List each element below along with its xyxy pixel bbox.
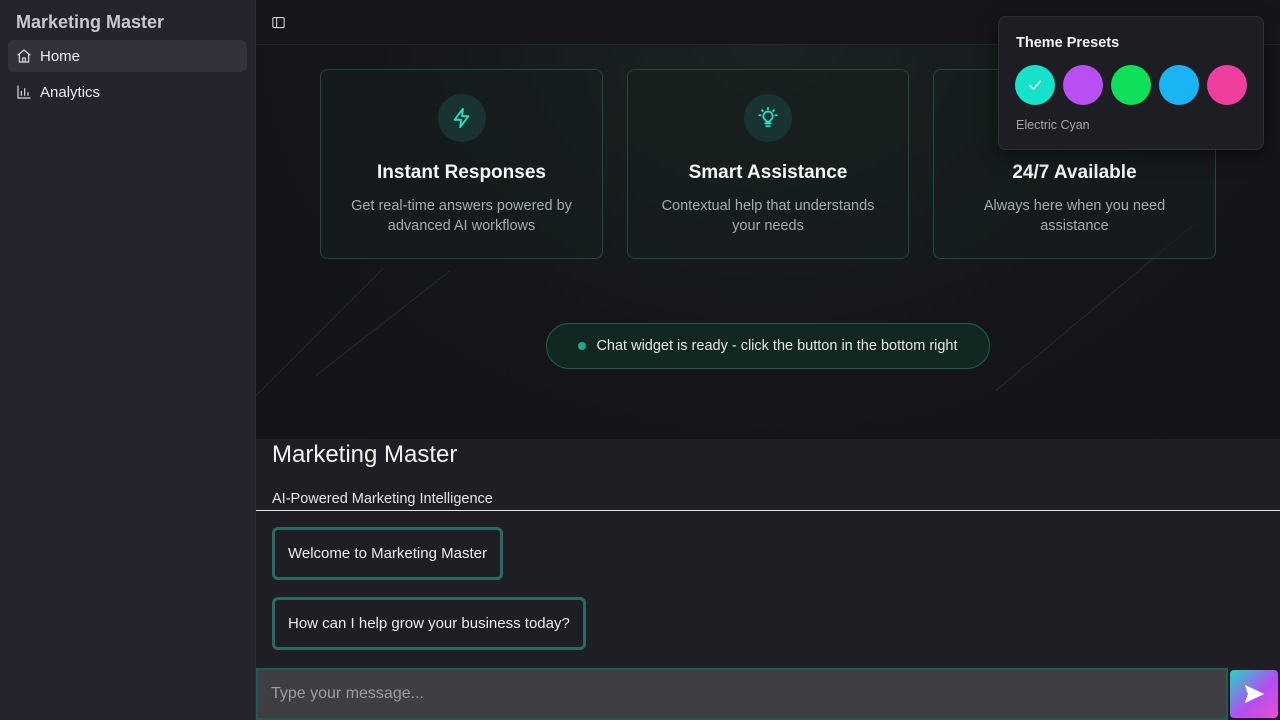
chat-message: Welcome to Marketing Master <box>272 527 503 580</box>
sidebar: Marketing Master Home Analytics <box>0 0 256 720</box>
chat-widget: Marketing Master AI-Powered Marketing In… <box>256 439 1280 720</box>
lightning-icon <box>453 107 469 129</box>
bar-chart-icon <box>17 85 31 99</box>
feature-description: Always here when you need assistance <box>983 198 1166 234</box>
theme-swatch-purple[interactable] <box>1063 65 1103 105</box>
theme-swatch-blue[interactable] <box>1159 65 1199 105</box>
sidebar-item-analytics[interactable]: Analytics <box>8 76 247 108</box>
feature-title: Smart Assistance <box>688 162 848 183</box>
theme-swatch-pink[interactable] <box>1207 65 1247 105</box>
theme-presets-title: Theme Presets <box>1016 35 1120 51</box>
feature-description: Get real-time answers powered by advance… <box>351 198 572 234</box>
feature-card-instant: Instant Responses Get real-time answers … <box>320 69 603 259</box>
feature-card-smart: Smart Assistance Contextual help that un… <box>627 69 909 259</box>
decorative-line <box>315 270 451 376</box>
home-icon <box>17 49 31 63</box>
theme-swatch-green[interactable] <box>1111 65 1151 105</box>
status-pill: Chat widget is ready - click the button … <box>546 323 990 369</box>
message-input[interactable] <box>258 670 1226 718</box>
feature-icon-badge <box>437 94 486 142</box>
check-icon <box>1029 80 1041 90</box>
feature-title: Instant Responses <box>377 162 546 183</box>
status-text: Chat widget is ready - click the button … <box>596 338 958 354</box>
decorative-line <box>256 267 384 396</box>
selected-theme-name: Electric Cyan <box>1016 118 1090 132</box>
chat-subtitle: AI-Powered Marketing Intelligence <box>272 491 493 507</box>
feature-title: 24/7 Available <box>1012 162 1137 183</box>
sidebar-toggle-icon <box>271 16 285 28</box>
send-button[interactable] <box>1230 670 1278 718</box>
chat-message: How can I help grow your business today? <box>272 597 586 650</box>
sidebar-item-home[interactable]: Home <box>8 40 247 72</box>
sidebar-item-label: Analytics <box>40 83 101 101</box>
sidebar-brand: Marketing Master <box>16 12 165 32</box>
theme-presets-popover: Theme Presets Electric Cyan <box>998 16 1264 150</box>
lightbulb-icon <box>758 107 778 128</box>
status-dot <box>578 342 587 350</box>
send-icon <box>1245 685 1264 703</box>
message-composer <box>256 668 1228 720</box>
chat-title: Marketing Master <box>272 441 458 468</box>
chat-header-divider <box>256 510 1280 511</box>
sidebar-toggle-button[interactable] <box>268 12 288 32</box>
feature-description: Contextual help that understands your ne… <box>661 198 875 234</box>
feature-icon-badge <box>744 94 792 142</box>
theme-swatch-electric-cyan[interactable] <box>1015 65 1055 105</box>
sidebar-item-label: Home <box>40 47 81 65</box>
